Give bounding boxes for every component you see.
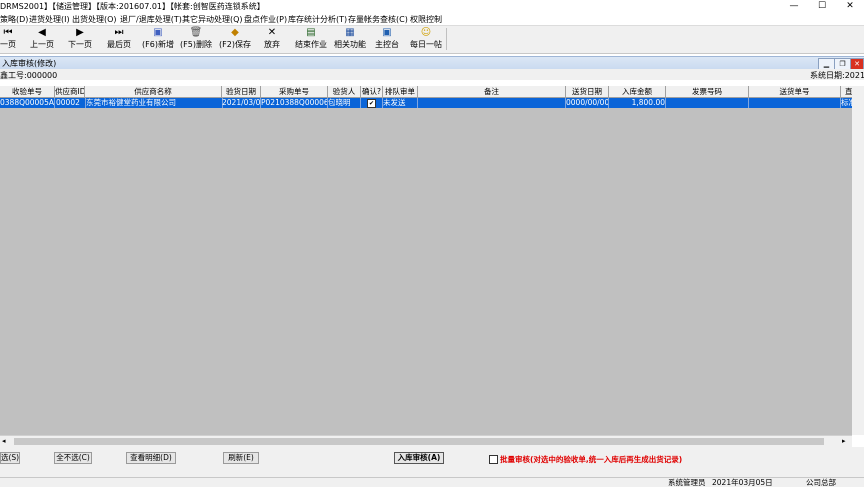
console-icon: ▣ <box>382 27 392 38</box>
title-bar: DRMS2001】【储运管理】【版本:201607.01】【帐套:创智医药连锁系… <box>0 0 864 13</box>
cell-amount[interactable]: 1,800.00 <box>609 98 666 108</box>
cancel-icon: ✕ <box>267 27 277 38</box>
refresh-button[interactable]: 刷新(E) <box>223 452 259 464</box>
last-page-icon: ⏭ <box>114 27 124 38</box>
toolbar: ⏮ 一页 ◀ 上一页 ▶ 下一页 ⏭ 最后页 ▣ (F6)新增 🗑 (F5)删除… <box>0 25 864 54</box>
related-function-button[interactable]: ▦ 相关功能 <box>332 27 368 52</box>
next-page-button[interactable]: ▶ 下一页 <box>64 27 96 52</box>
cell-supplier-name[interactable]: 东莞市裕健堂药业有限公司 <box>85 98 223 108</box>
scroll-left-icon[interactable]: ◂ <box>2 437 6 445</box>
col-remark[interactable]: 备注 <box>418 86 566 97</box>
action-panel: 选(S) 全不选(C) 查看明细(D) 刷新(E) 入库审核(A) 批量审核(对… <box>0 447 864 477</box>
system-date: 系统日期:2021/03 <box>810 71 864 80</box>
cell-queue[interactable]: 未发送 <box>383 98 418 108</box>
close-button[interactable]: ✕ <box>836 0 864 13</box>
col-inspect-date[interactable]: 验货日期 <box>222 86 261 97</box>
inner-window-title-bar: 入库审核(修改) ▁ ❐ ✕ <box>0 56 864 70</box>
cell-inspector[interactable]: 包晓明 <box>328 98 361 108</box>
batch-approve-checkbox[interactable] <box>489 455 498 464</box>
delete-icon: 🗑 <box>189 27 203 38</box>
minimize-button[interactable]: — <box>780 0 808 13</box>
col-delivery-no[interactable]: 送货单号 <box>749 86 841 97</box>
daily-tip-button[interactable]: ☺ 每日一帖 <box>408 27 444 52</box>
col-delivery-date[interactable]: 送货日期 <box>566 86 609 97</box>
menu-strategy[interactable]: 策略(D) <box>0 14 28 25</box>
col-confirm[interactable]: 确认? <box>361 86 383 97</box>
menu-audit[interactable]: 存量帐务查核(C) <box>348 14 408 25</box>
vertical-scrollbar[interactable] <box>852 86 864 435</box>
cell-supplier-id[interactable]: 00002 <box>55 98 86 108</box>
menu-inventory[interactable]: 盘点作业(P) <box>244 14 287 25</box>
select-button[interactable]: 选(S) <box>0 452 20 464</box>
first-page-button[interactable]: ⏮ 一页 <box>0 27 16 52</box>
batch-approve-label: 批量审核(对选中的验收单,统一入库后再生成出货记录) <box>500 455 683 464</box>
menu-purchase[interactable]: 进货处理(I) <box>29 14 70 25</box>
cell-direct[interactable]: 标准处 <box>841 98 852 108</box>
operator-id: 鑫工号:000000 <box>0 71 58 80</box>
cell-receipt-no[interactable]: 0388Q00005A <box>0 98 55 108</box>
col-po-no[interactable]: 采购单号 <box>261 86 328 97</box>
col-invoice-no[interactable]: 发票号码 <box>666 86 749 97</box>
add-button[interactable]: ▣ (F6)新增 <box>140 27 176 52</box>
prev-page-icon: ◀ <box>38 27 46 38</box>
deselect-all-button[interactable]: 全不选(C) <box>54 452 92 464</box>
cell-delivery-date[interactable]: 0000/00/00 <box>566 98 609 108</box>
console-button[interactable]: ▣ 主控台 <box>372 27 402 52</box>
first-page-icon: ⏮ <box>3 27 13 38</box>
cell-invoice-no[interactable] <box>666 98 749 108</box>
last-page-button[interactable]: ⏭ 最后页 <box>103 27 135 52</box>
receipt-grid[interactable]: 收验单号 供应商ID 供应商名称 验货日期 采购单号 验货人 确认? 排队审单 … <box>0 86 852 435</box>
delete-button[interactable]: 🗑 (F5)删除 <box>178 27 214 52</box>
toolbar-separator <box>446 28 447 50</box>
exit-button[interactable]: ▤ 结束作业 <box>293 27 329 52</box>
menu-other[interactable]: 其它异动处理(Q) <box>182 14 243 25</box>
col-supplier-id[interactable]: 供应商ID <box>55 86 85 97</box>
info-row: 鑫工号:000000 系统日期:2021/03 <box>0 69 864 80</box>
cell-po-no[interactable]: P0210388Q00006A <box>261 98 328 108</box>
col-inspector[interactable]: 验货人 <box>328 86 361 97</box>
col-queue[interactable]: 排队审单 <box>383 86 418 97</box>
menu-shipping[interactable]: 出货处理(O) <box>72 14 117 25</box>
save-button[interactable]: ◆ (F2)保存 <box>217 27 253 52</box>
approve-inbound-button[interactable]: 入库审核(A) <box>394 452 444 464</box>
scroll-right-icon[interactable]: ▸ <box>842 437 846 445</box>
prev-page-button[interactable]: ◀ 上一页 <box>26 27 58 52</box>
cell-remark[interactable] <box>418 98 566 108</box>
scroll-thumb[interactable] <box>14 438 824 445</box>
add-icon: ▣ <box>153 27 163 38</box>
confirm-checkbox[interactable]: ✔ <box>367 99 376 108</box>
maximize-button[interactable]: ☐ <box>808 0 836 13</box>
smiley-icon: ☺ <box>420 27 432 38</box>
save-icon: ◆ <box>231 27 239 38</box>
window-title: DRMS2001】【储运管理】【版本:201607.01】【帐套:创智医药连锁系… <box>0 2 265 11</box>
view-detail-button[interactable]: 查看明细(D) <box>126 452 176 464</box>
col-supplier-name[interactable]: 供应商名称 <box>85 86 222 97</box>
menu-permission[interactable]: 权限控制 <box>410 14 442 25</box>
menu-bar: 策略(D) 进货处理(I) 出货处理(O) 退厂/退库处理(T) 其它异动处理(… <box>0 13 864 25</box>
grid-header: 收验单号 供应商ID 供应商名称 验货日期 采购单号 验货人 确认? 排队审单 … <box>0 86 852 98</box>
menu-return[interactable]: 退厂/退库处理(T) <box>120 14 182 25</box>
cell-confirm[interactable]: ✔ <box>361 98 383 108</box>
col-amount[interactable]: 入库金额 <box>609 86 666 97</box>
cancel-button[interactable]: ✕ 放弃 <box>259 27 285 52</box>
menu-stats[interactable]: 库存统计分析(T) <box>288 14 347 25</box>
related-icon: ▦ <box>345 27 355 38</box>
col-receipt-no[interactable]: 收验单号 <box>0 86 55 97</box>
next-page-icon: ▶ <box>76 27 84 38</box>
inner-window-title: 入库审核(修改) <box>2 59 57 68</box>
exit-icon: ▤ <box>306 27 316 38</box>
col-direct[interactable]: 直通 <box>841 86 852 97</box>
table-row[interactable]: 0388Q00005A 00002 东莞市裕健堂药业有限公司 2021/03/0… <box>0 98 852 108</box>
cell-inspect-date[interactable]: 2021/03/05 <box>222 98 261 108</box>
cell-delivery-no[interactable] <box>749 98 841 108</box>
